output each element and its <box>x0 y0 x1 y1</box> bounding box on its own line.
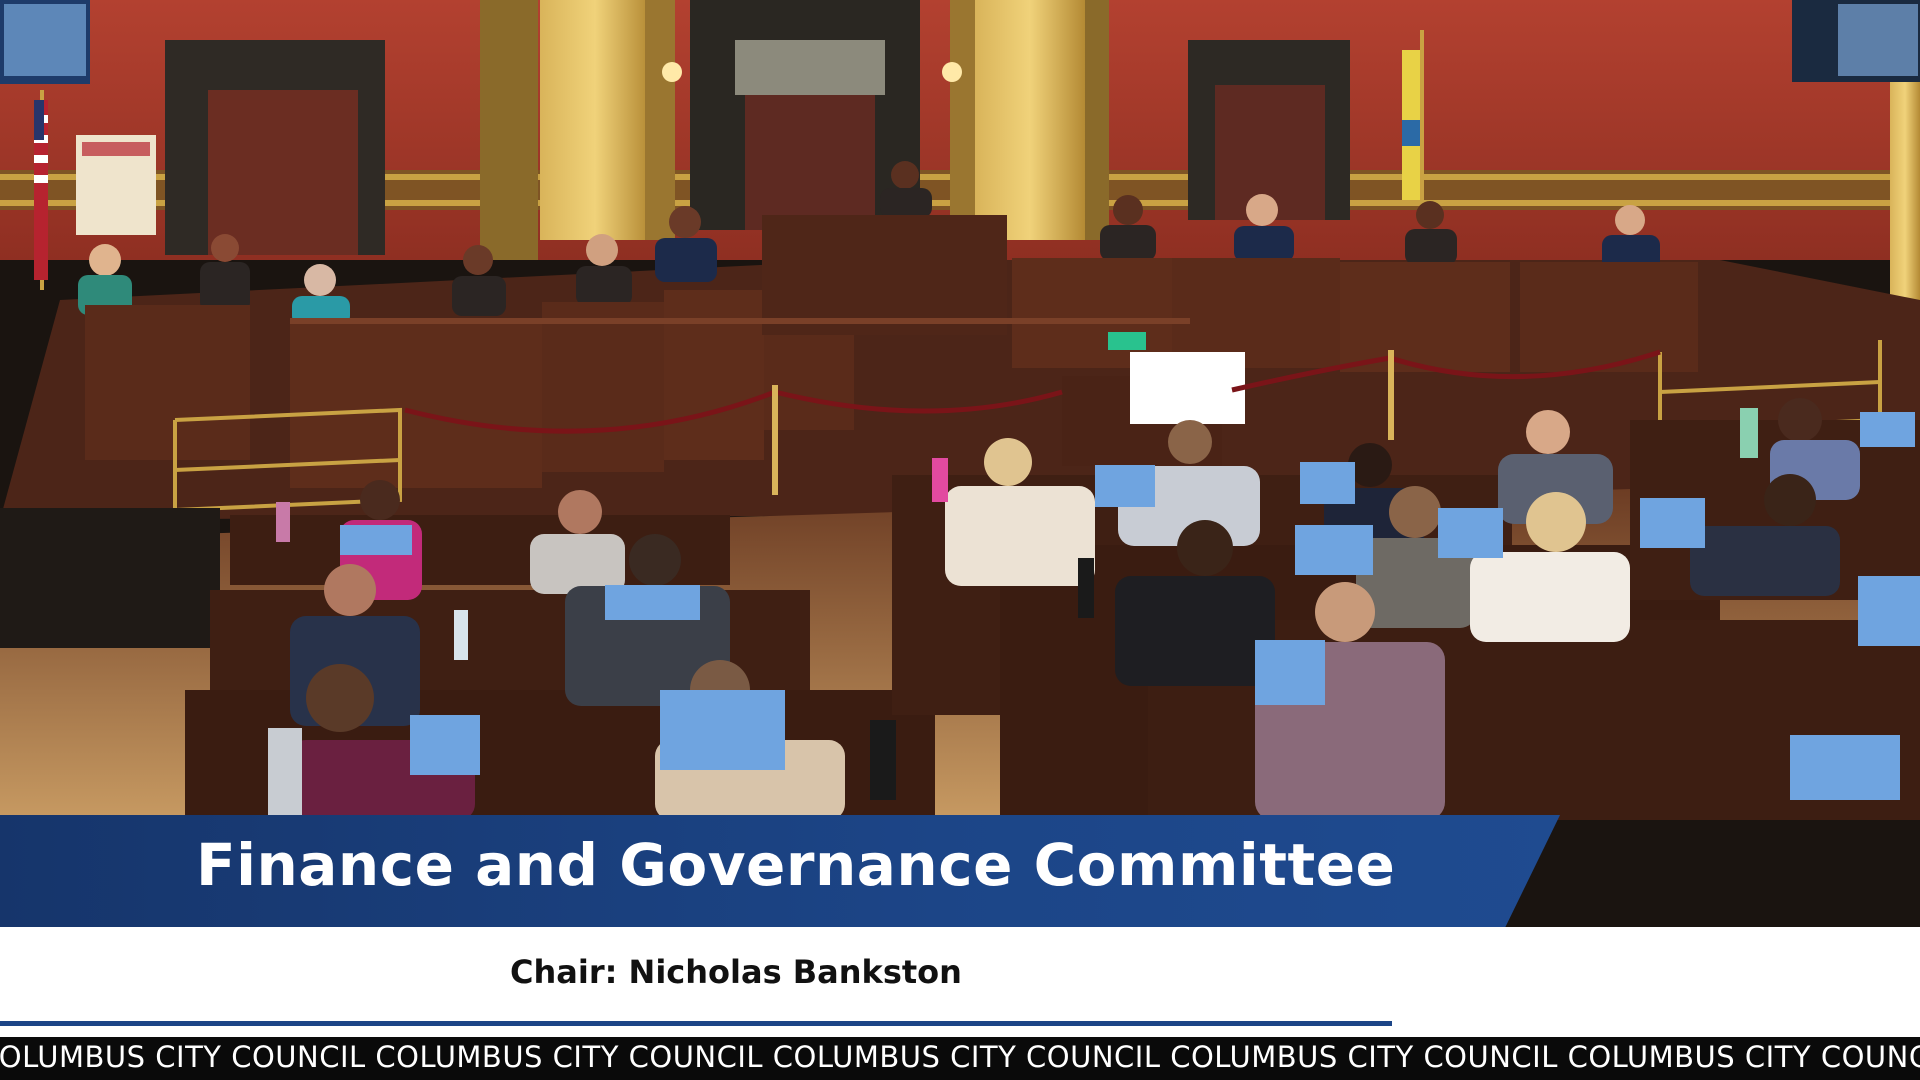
wall-sconce <box>662 62 682 82</box>
committee-title: Finance and Governance Committee <box>196 831 1396 899</box>
lower-third-graphic: Finance and Governance Committee Chair: … <box>0 815 1920 1080</box>
american-flag-icon <box>34 90 48 290</box>
chair-name: Chair: Nicholas Bankston <box>510 953 962 991</box>
chair-divider <box>0 1021 1392 1026</box>
ticker-text: COLUMBUS CITY COUNCIL COLUMBUS CITY COUN… <box>0 1040 1920 1074</box>
podium-lamp <box>1108 332 1146 350</box>
podium-monitor <box>1130 352 1245 424</box>
state-flag-icon <box>1402 30 1424 200</box>
video-frame: Finance and Governance Committee Chair: … <box>0 0 1920 1080</box>
chair-info-bar: Chair: Nicholas Bankston <box>0 927 1920 1045</box>
council-chamber-scene <box>0 0 1920 820</box>
wall-sconce <box>942 62 962 82</box>
pillar <box>480 0 538 260</box>
committee-title-bar: Finance and Governance Committee <box>0 815 1560 927</box>
news-ticker: COLUMBUS CITY COUNCIL COLUMBUS CITY COUN… <box>0 1037 1920 1080</box>
